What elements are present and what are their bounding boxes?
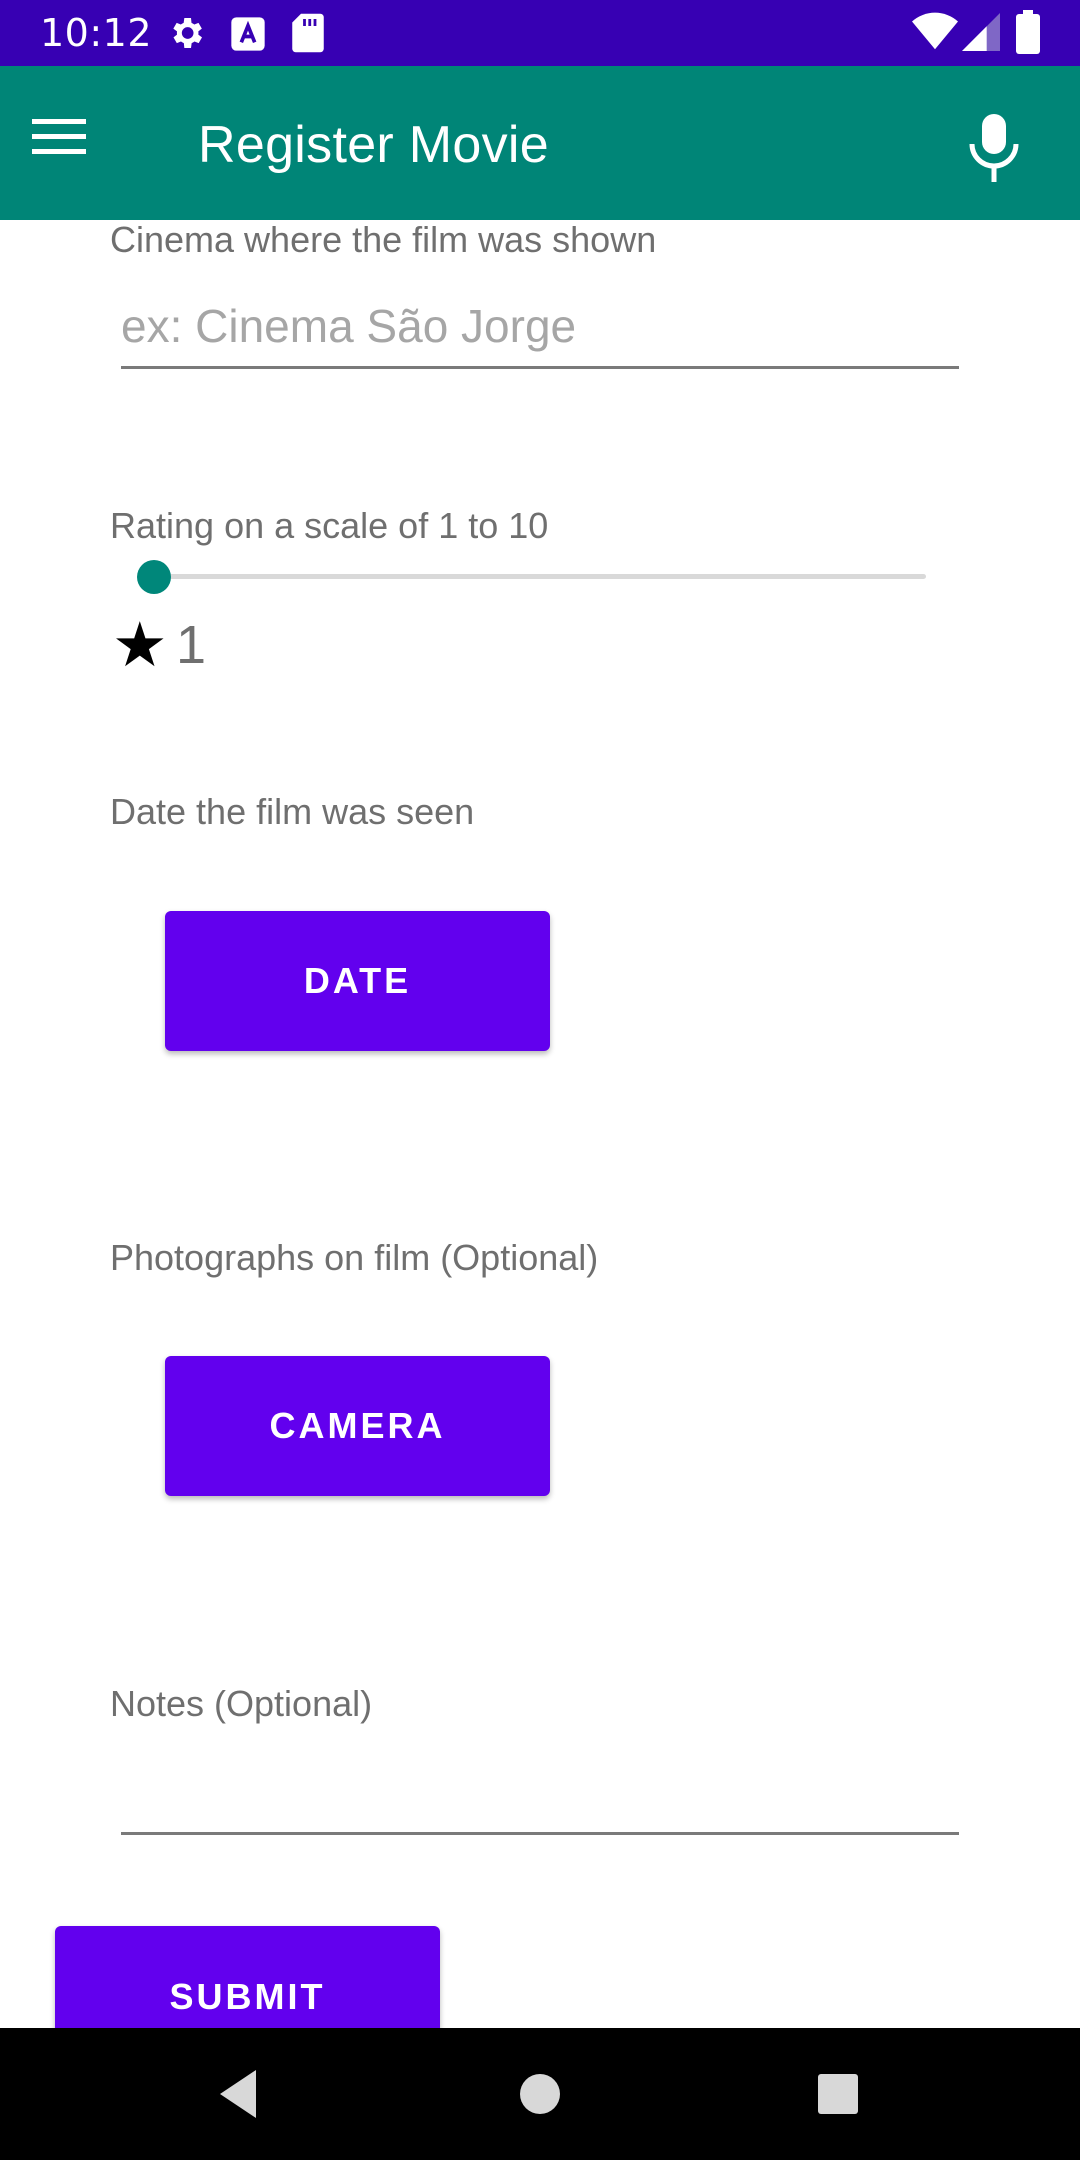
- notes-label: Notes (Optional): [110, 1683, 373, 1724]
- rating-label: Rating on a scale of 1 to 10: [110, 505, 549, 546]
- home-icon: [510, 2064, 570, 2124]
- battery-icon: [1016, 10, 1040, 54]
- settings-icon: [166, 13, 206, 53]
- date-label: Date the film was seen: [110, 791, 475, 832]
- star-icon: ★: [112, 608, 168, 681]
- text-a-icon: [228, 14, 268, 54]
- cinema-label: Cinema where the film was shown: [110, 220, 657, 260]
- notes-input[interactable]: [121, 1752, 959, 1835]
- sd-card-icon: [290, 12, 326, 54]
- menu-button[interactable]: [32, 106, 122, 172]
- screen: 10:12 Register Movie Cinema where the fi…: [0, 0, 1080, 2160]
- submit-button[interactable]: SUBMIT: [55, 1926, 440, 2028]
- recents-button[interactable]: [808, 2064, 868, 2124]
- navigation-bar: [0, 2028, 1080, 2160]
- rating-value: 1: [176, 615, 207, 675]
- camera-button[interactable]: CAMERA: [165, 1356, 550, 1496]
- date-button[interactable]: DATE: [165, 911, 550, 1051]
- rating-slider-thumb[interactable]: [137, 560, 171, 594]
- back-button[interactable]: [210, 2064, 270, 2124]
- rating-slider-track[interactable]: [152, 574, 926, 579]
- back-icon: [210, 2064, 270, 2124]
- hamburger-menu-icon: [32, 117, 86, 161]
- status-bar: 10:12: [0, 0, 1080, 66]
- submit-button-label: SUBMIT: [169, 1976, 326, 2017]
- voice-input-button[interactable]: [966, 112, 1030, 188]
- signal-icon: [962, 12, 1000, 52]
- wifi-icon: [912, 12, 958, 52]
- recents-icon: [808, 2064, 868, 2124]
- photos-label: Photographs on film (Optional): [110, 1237, 599, 1278]
- app-bar: Register Movie: [0, 66, 1080, 220]
- microphone-icon: [966, 114, 1022, 188]
- cinema-input[interactable]: [121, 286, 959, 369]
- form-content[interactable]: Cinema where the film was shown Rating o…: [0, 220, 1080, 2028]
- home-button[interactable]: [510, 2064, 570, 2124]
- page-title: Register Movie: [198, 116, 549, 174]
- status-time: 10:12: [40, 11, 153, 55]
